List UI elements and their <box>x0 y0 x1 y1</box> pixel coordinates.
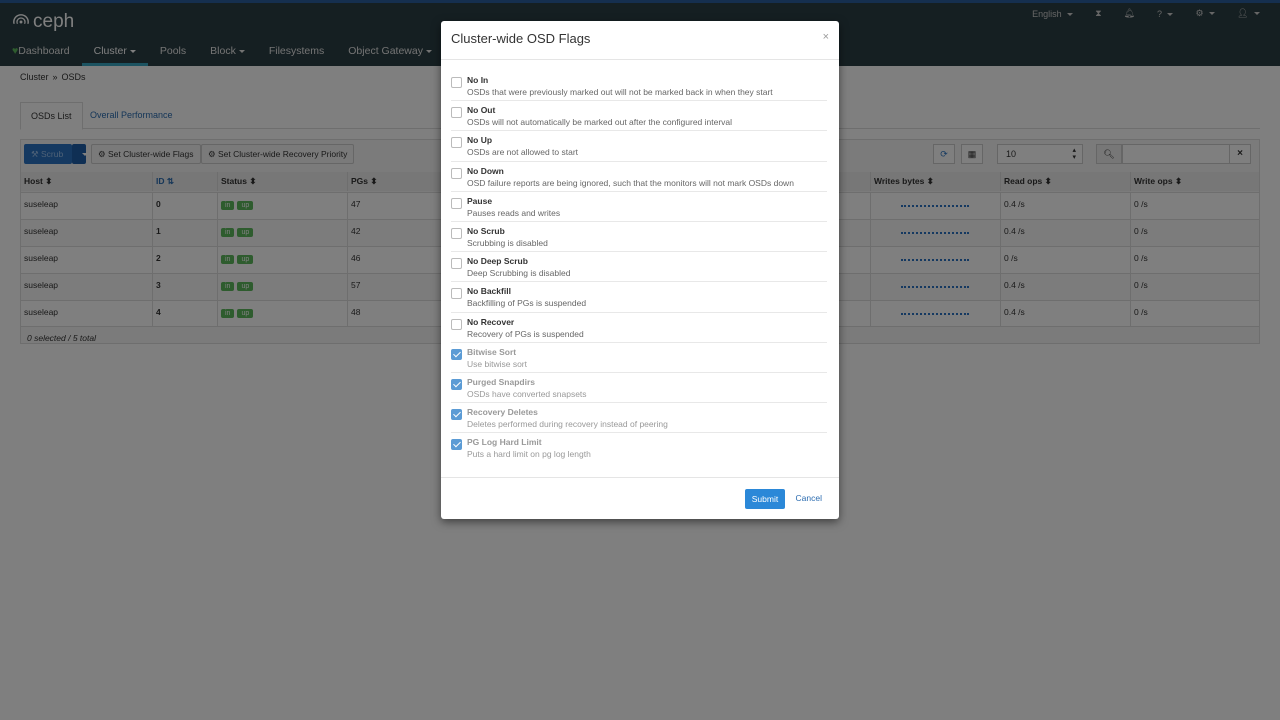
checkbox[interactable] <box>451 288 462 300</box>
checkbox[interactable] <box>451 227 462 239</box>
flag-name: PG Log Hard Limit <box>467 437 542 448</box>
flag-bitwise-sort: Bitwise Sort Use bitwise sort <box>451 343 827 373</box>
checkbox[interactable] <box>451 167 462 179</box>
flag-name: Bitwise Sort <box>467 346 517 357</box>
checkbox[interactable] <box>451 197 462 209</box>
flag-description: Scrubbing is disabled <box>467 237 548 248</box>
checkbox[interactable] <box>451 318 462 330</box>
flags-list: No In OSDs that were previously marked ou… <box>451 71 827 463</box>
flag-no-down[interactable]: No Down OSD failure reports are being ign… <box>451 162 827 192</box>
flag-no-backfill[interactable]: No Backfill Backfilling of PGs is suspend… <box>451 282 827 313</box>
flag-no-deep-scrub[interactable]: No Deep Scrub Deep Scrubbing is disabled <box>451 252 827 283</box>
checkbox-checked <box>451 409 462 421</box>
flag-name: Recovery Deletes <box>467 407 538 418</box>
flag-description: Deep Scrubbing is disabled <box>467 268 571 279</box>
flag-name: No Out <box>467 105 496 116</box>
checkbox-checked <box>451 378 462 390</box>
flag-no-in[interactable]: No In OSDs that were previously marked ou… <box>451 71 827 102</box>
checkbox-checked <box>451 439 462 451</box>
modal-title: Cluster-wide OSD Flags <box>451 31 591 46</box>
modal-header: Cluster-wide OSD Flags × <box>441 21 839 60</box>
modal-footer: Submit Cancel <box>441 477 839 519</box>
flag-pg-log-hard-limit: PG Log Hard Limit Puts a hard limit on pg… <box>451 433 827 463</box>
osd-flags-modal: Cluster-wide OSD Flags × No In OSDs that … <box>441 21 839 519</box>
flag-description: Deletes performed during recovery instea… <box>467 419 668 430</box>
flag-name: No Backfill <box>467 286 511 297</box>
checkbox[interactable] <box>451 258 462 270</box>
flag-pause[interactable]: Pause Pauses reads and writes <box>451 192 827 222</box>
flag-description: OSDs that were previously marked out wil… <box>467 87 773 97</box>
flag-description: OSDs will not automatically be marked ou… <box>467 117 733 128</box>
flag-name: Purged Snapdirs <box>467 376 536 387</box>
close-icon[interactable]: × <box>823 31 829 43</box>
checkbox[interactable] <box>451 137 462 149</box>
cancel-button[interactable]: Cancel <box>796 493 822 503</box>
flag-name: No Deep Scrub <box>467 256 528 267</box>
flag-name: No Up <box>467 135 493 146</box>
checkbox-checked <box>451 348 462 360</box>
checkbox[interactable] <box>451 107 462 119</box>
flag-name: No In <box>467 75 489 85</box>
flag-no-recover[interactable]: No Recover Recovery of PGs is suspended <box>451 313 827 343</box>
flag-no-up[interactable]: No Up OSDs are not allowed to start <box>451 131 827 162</box>
flag-name: No Scrub <box>467 225 505 236</box>
flag-name: No Recover <box>467 316 515 327</box>
flag-no-out[interactable]: No Out OSDs will not automatically be mar… <box>451 101 827 132</box>
checkbox[interactable] <box>451 77 462 88</box>
flag-name: No Down <box>467 165 504 176</box>
flag-no-scrub[interactable]: No Scrub Scrubbing is disabled <box>451 222 827 253</box>
flag-description: OSDs have converted snapsets <box>467 388 587 399</box>
flag-description: OSD failure reports are being ignored, s… <box>467 177 794 188</box>
submit-button[interactable]: Submit <box>745 489 785 509</box>
flag-description: OSDs are not allowed to start <box>467 147 579 158</box>
flag-recovery-deletes: Recovery Deletes Deletes performed during… <box>451 403 827 434</box>
flag-purged-snapdirs: Purged Snapdirs OSDs have converted snaps… <box>451 373 827 404</box>
flag-description: Backfilling of PGs is suspended <box>467 298 587 309</box>
flag-description: Puts a hard limit on pg log length <box>467 449 591 460</box>
flag-description: Use bitwise sort <box>467 358 527 369</box>
flag-description: Pauses reads and writes <box>467 207 561 218</box>
flag-name: Pause <box>467 195 493 206</box>
flag-description: Recovery of PGs is suspended <box>467 328 584 339</box>
